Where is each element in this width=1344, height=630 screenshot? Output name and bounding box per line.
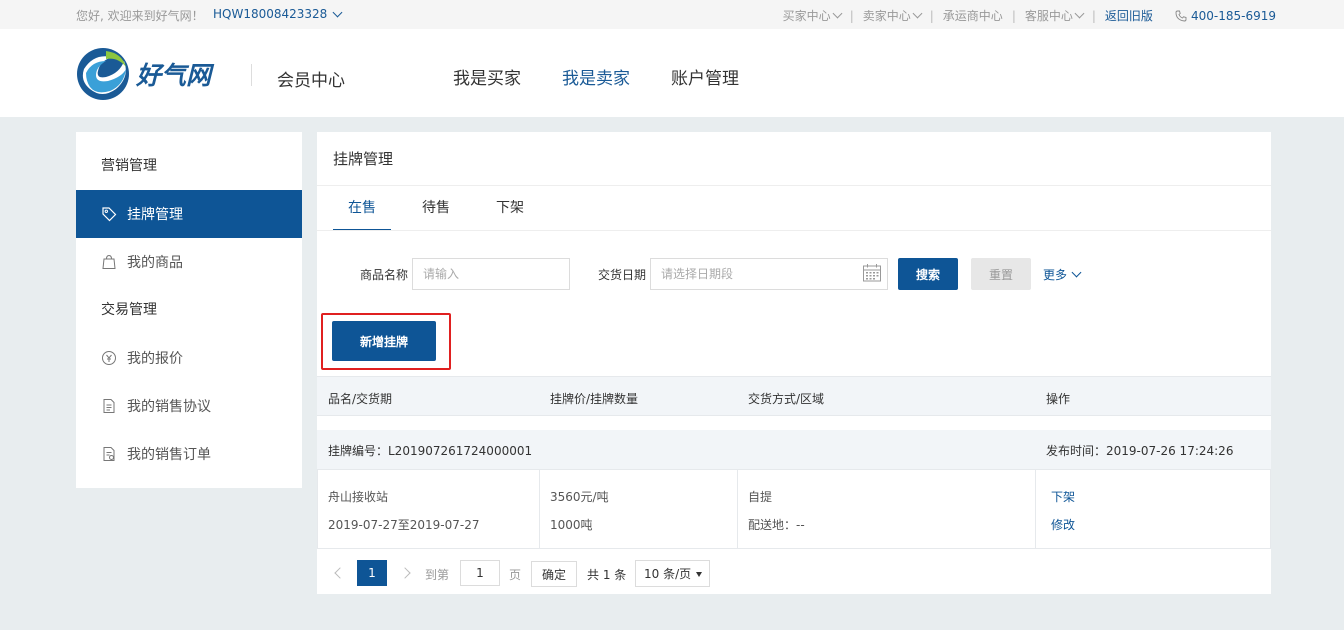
delivery-date-picker[interactable]: 请选择日期段	[650, 258, 888, 290]
delivery-region: 配送地：--	[748, 518, 805, 532]
listing-price: 3560元/吨	[550, 490, 609, 504]
tab-on-sale[interactable]: 在售	[333, 186, 391, 231]
page-unit-label: 页	[509, 568, 522, 582]
main-header: 好气网 会员中心 我是买家 我是卖家 账户管理	[0, 29, 1344, 117]
document-icon	[101, 398, 117, 414]
top-nav: 买家中心 | 卖家中心 | 承运商中心 | 客服中心 | 返回旧版 | 400-…	[782, 7, 1276, 24]
user-id: HQW18008423328	[213, 7, 328, 21]
order-icon	[101, 446, 117, 462]
sidebar: 营销管理 挂牌管理 我的商品 交易管理 我的报价 我的销售协议 我的销售订单	[76, 132, 302, 488]
nav-account[interactable]: 账户管理	[671, 64, 739, 89]
delivery-method: 自提	[748, 490, 773, 504]
add-listing-button[interactable]: 新增挂牌	[332, 321, 436, 361]
top-bar: 您好, 欢迎来到好气网！ HQW18008423328 买家中心 | 卖家中心 …	[0, 0, 1344, 29]
pagination: 1 到第 1 页 确定 共 1 条 10 条/页	[317, 560, 1271, 588]
status-tabs: 在售 待售 下架	[333, 186, 555, 231]
prev-page-icon[interactable]	[334, 567, 346, 579]
sidebar-item-label: 我的报价	[127, 351, 183, 367]
main-content: 挂牌管理 在售 待售 下架 商品名称 请输入 交货日期 请选择日期段 搜索 重置…	[317, 132, 1271, 594]
cell-product: 舟山接收站 2019-07-27至2019-07-27	[318, 470, 540, 549]
greeting-text: 您好, 欢迎来到好气网！	[76, 9, 204, 23]
tab-pending[interactable]: 待售	[407, 186, 465, 231]
phone-number: 400-185-6919	[1175, 9, 1276, 23]
search-button[interactable]: 搜索	[898, 258, 958, 290]
listing-quantity: 1000吨	[550, 518, 593, 532]
next-page-icon[interactable]	[399, 567, 411, 579]
table-row: 舟山接收站 2019-07-27至2019-07-27 3560元/吨 1000…	[317, 470, 1271, 549]
sidebar-item-goods[interactable]: 我的商品	[76, 238, 302, 286]
current-page[interactable]: 1	[357, 560, 387, 586]
phone-icon	[1175, 10, 1187, 21]
site-logo[interactable]: 好气网	[76, 47, 226, 101]
chevron-down-icon	[1071, 267, 1082, 278]
chevron-down-icon	[1074, 8, 1085, 19]
carrier-center-link[interactable]: 承运商中心	[943, 7, 1003, 24]
order-header: 挂牌编号：L201907261724000001 发布时间：2019-07-26…	[317, 430, 1271, 470]
service-center-link[interactable]: 客服中心	[1025, 7, 1085, 24]
goto-confirm-button[interactable]: 确定	[531, 561, 577, 587]
chevron-down-icon	[912, 8, 923, 19]
dropdown-arrow-icon	[696, 572, 702, 577]
page-size-value: 10 条/页	[644, 567, 692, 581]
sidebar-section-trade: 交易管理	[101, 302, 157, 318]
more-label: 更多	[1043, 268, 1068, 282]
product-name: 舟山接收站	[328, 490, 389, 504]
delivery-period: 2019-07-27至2019-07-27	[328, 518, 480, 532]
buyer-center-link[interactable]: 买家中心	[783, 7, 843, 24]
table-header: 品名/交货期 挂牌价/挂牌数量 交货方式/区域 操作	[317, 376, 1271, 416]
product-name-label: 商品名称	[360, 268, 409, 282]
column-actions: 操作	[1046, 392, 1071, 406]
user-id-dropdown[interactable]: HQW18008423328	[213, 7, 343, 21]
column-price: 挂牌价/挂牌数量	[550, 392, 639, 406]
sidebar-item-listing[interactable]: 挂牌管理	[76, 190, 302, 238]
seller-center-link[interactable]: 卖家中心	[863, 7, 923, 24]
listing-number: 挂牌编号：L201907261724000001	[328, 444, 533, 458]
delivery-date-label: 交货日期	[598, 268, 647, 282]
offshelf-link[interactable]: 下架	[1051, 488, 1075, 505]
page-title: 挂牌管理	[317, 132, 1271, 186]
member-center-title: 会员中心	[277, 71, 345, 91]
column-product: 品名/交货期	[328, 392, 393, 406]
nav-seller[interactable]: 我是卖家	[562, 64, 630, 89]
sidebar-item-order[interactable]: 我的销售订单	[76, 430, 302, 478]
shopping-bag-icon	[101, 254, 117, 270]
sidebar-item-label: 我的销售协议	[127, 399, 211, 415]
goto-label: 到第	[425, 568, 450, 582]
old-version-link[interactable]: 返回旧版	[1105, 7, 1153, 24]
tag-icon	[101, 206, 117, 222]
logo-divider	[251, 64, 252, 86]
tab-offshelf[interactable]: 下架	[481, 186, 539, 231]
edit-link[interactable]: 修改	[1051, 516, 1075, 533]
column-delivery: 交货方式/区域	[748, 392, 825, 406]
chevron-down-icon	[832, 8, 843, 19]
sidebar-item-label: 我的销售订单	[127, 447, 211, 463]
logo-text: 好气网	[135, 61, 215, 90]
nav-buyer[interactable]: 我是买家	[453, 64, 521, 89]
more-filters-toggle[interactable]: 更多	[1043, 266, 1082, 283]
publish-time: 发布时间：2019-07-26 17:24:26	[1046, 444, 1234, 458]
sidebar-item-quote[interactable]: 我的报价	[76, 334, 302, 382]
cell-delivery: 自提 配送地：--	[738, 470, 1036, 549]
total-count: 共 1 条	[587, 568, 627, 582]
sidebar-section-marketing: 营销管理	[101, 158, 157, 174]
reset-button[interactable]: 重置	[971, 258, 1031, 290]
tabs-divider	[317, 230, 1271, 231]
sidebar-item-label: 挂牌管理	[127, 207, 183, 223]
chevron-down-icon	[332, 7, 343, 17]
calendar-icon[interactable]	[862, 263, 882, 283]
cell-actions: 下架 修改	[1036, 470, 1270, 549]
sidebar-item-agreement[interactable]: 我的销售协议	[76, 382, 302, 430]
page-size-select[interactable]: 10 条/页	[635, 560, 710, 587]
cell-price: 3560元/吨 1000吨	[540, 470, 738, 549]
sidebar-item-label: 我的商品	[127, 255, 183, 271]
page-number-input[interactable]: 1	[460, 560, 500, 586]
coin-icon	[101, 350, 117, 366]
main-nav: 我是买家 我是卖家 账户管理	[453, 64, 739, 89]
product-name-input[interactable]: 请输入	[412, 258, 570, 290]
